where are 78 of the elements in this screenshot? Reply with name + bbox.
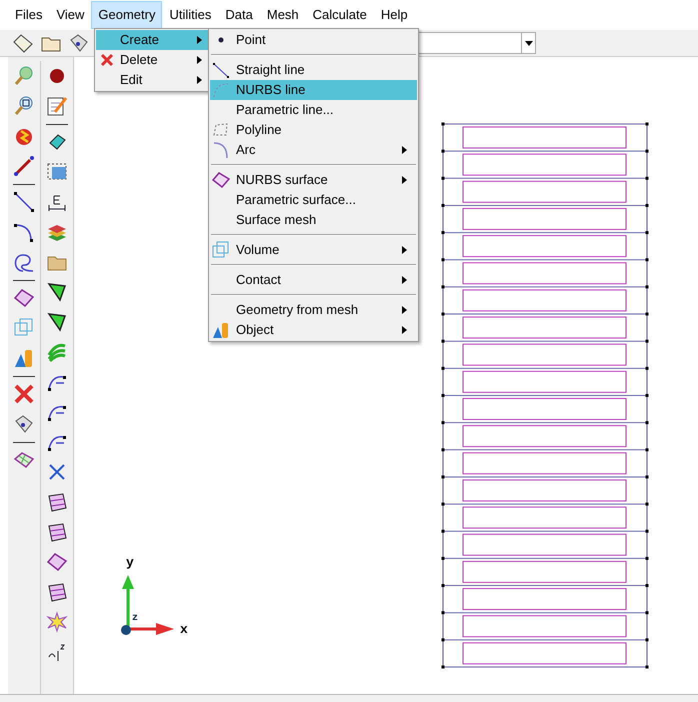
- filled-surface-icon[interactable]: [46, 311, 68, 333]
- nurbs-line-icon: [212, 81, 230, 99]
- menu-item[interactable]: Calculate: [306, 1, 374, 29]
- submenu-arrow-icon: [402, 146, 407, 154]
- delete-icon[interactable]: [13, 383, 35, 405]
- menu-entry-label: Surface mesh: [236, 211, 318, 230]
- surface-icon: [212, 171, 230, 189]
- menu-entry-label: Delete: [120, 51, 159, 70]
- menu-entry[interactable]: NURBS line: [209, 80, 418, 100]
- submenu-arrow-icon: [197, 76, 202, 84]
- cube-icon: [212, 241, 230, 259]
- menu-entry[interactable]: Geometry from mesh: [209, 290, 418, 320]
- submenu-arrow-icon: [197, 56, 202, 64]
- grid-surface-icon[interactable]: [46, 581, 68, 603]
- filled-surface-icon[interactable]: [46, 281, 68, 303]
- shapes-icon[interactable]: [13, 347, 35, 369]
- menu-entry-label: Parametric line...: [236, 101, 335, 120]
- menu-entry-label: NURBS surface: [236, 171, 329, 190]
- line-icon[interactable]: [13, 191, 35, 213]
- submenu-arrow-icon: [402, 276, 407, 284]
- menu-entry[interactable]: Contact: [209, 260, 418, 290]
- menu-entry[interactable]: Polyline: [209, 120, 418, 140]
- menu-entry-label: Parametric surface...: [236, 191, 357, 210]
- point-icon: [218, 37, 224, 43]
- menu-entry-label: Point: [236, 31, 267, 50]
- menu-entry-label: Contact: [236, 271, 282, 290]
- zoom-in-icon[interactable]: [13, 65, 35, 87]
- menu-item[interactable]: Utilities: [162, 1, 218, 29]
- dropdown-arrow-icon: [524, 40, 532, 46]
- menu-entry-label: Create: [120, 31, 160, 50]
- shapes-icon: [212, 321, 230, 339]
- menu-entry-label: Volume: [236, 241, 280, 260]
- menu-entry[interactable]: NURBS surface: [209, 160, 418, 190]
- menu-item[interactable]: Geometry: [91, 1, 162, 29]
- axis-label: x: [180, 621, 188, 639]
- edit-icon[interactable]: [46, 95, 68, 117]
- menu-entry-label: Straight line: [236, 61, 306, 80]
- menu-entry-label: Edit: [120, 71, 144, 90]
- star-icon[interactable]: [46, 611, 68, 633]
- surface-icon[interactable]: [13, 287, 35, 309]
- submenu-arrow-icon: [197, 36, 202, 44]
- menu-entry-label: Object: [236, 321, 275, 340]
- menu-item[interactable]: Data: [218, 1, 260, 29]
- grid-surface-icon[interactable]: [46, 521, 68, 543]
- zoom-fit-icon[interactable]: [13, 95, 35, 117]
- menu-entry[interactable]: Create: [96, 30, 208, 50]
- delete-icon: [100, 53, 114, 67]
- menu-entry[interactable]: Edit: [96, 70, 208, 90]
- menu-entry[interactable]: Parametric surface...: [209, 190, 418, 210]
- menu-entry[interactable]: Straight line: [209, 50, 418, 80]
- menu-item[interactable]: Files: [8, 1, 50, 29]
- menu-entry[interactable]: Surface mesh: [209, 210, 418, 230]
- menu-entry[interactable]: Volume: [209, 230, 418, 260]
- mesh-surface-icon[interactable]: [13, 449, 35, 471]
- axis-label: z: [132, 612, 138, 626]
- arc-icon: [212, 141, 230, 159]
- grid-surface-icon[interactable]: [46, 491, 68, 513]
- axis-label: y: [126, 554, 134, 572]
- arc-icon[interactable]: [13, 221, 35, 243]
- arrow-icon[interactable]: [13, 155, 35, 177]
- submenu-arrow-icon: [402, 326, 407, 334]
- menu-item[interactable]: Help: [374, 1, 415, 29]
- menu-entry[interactable]: Arc: [209, 140, 418, 160]
- submenu-arrow-icon: [402, 246, 407, 254]
- line-icon: [212, 61, 230, 79]
- menu-entry[interactable]: Delete: [96, 50, 208, 70]
- menu-entry[interactable]: Point: [209, 30, 418, 50]
- menu-item[interactable]: View: [49, 1, 92, 29]
- surface-icon[interactable]: [46, 551, 68, 573]
- submenu-arrow-icon: [402, 176, 407, 184]
- menu-entry-label: NURBS line: [236, 81, 306, 100]
- menu-entry-label: Geometry from mesh: [236, 301, 360, 320]
- menu-item[interactable]: Mesh: [260, 1, 306, 29]
- menu-entry[interactable]: Object: [209, 320, 418, 340]
- submenu-arrow-icon: [402, 306, 407, 314]
- menu-entry-label: Arc: [236, 141, 256, 160]
- menu-entry[interactable]: Parametric line...: [209, 100, 418, 120]
- menu-entry-label: Polyline: [236, 121, 283, 140]
